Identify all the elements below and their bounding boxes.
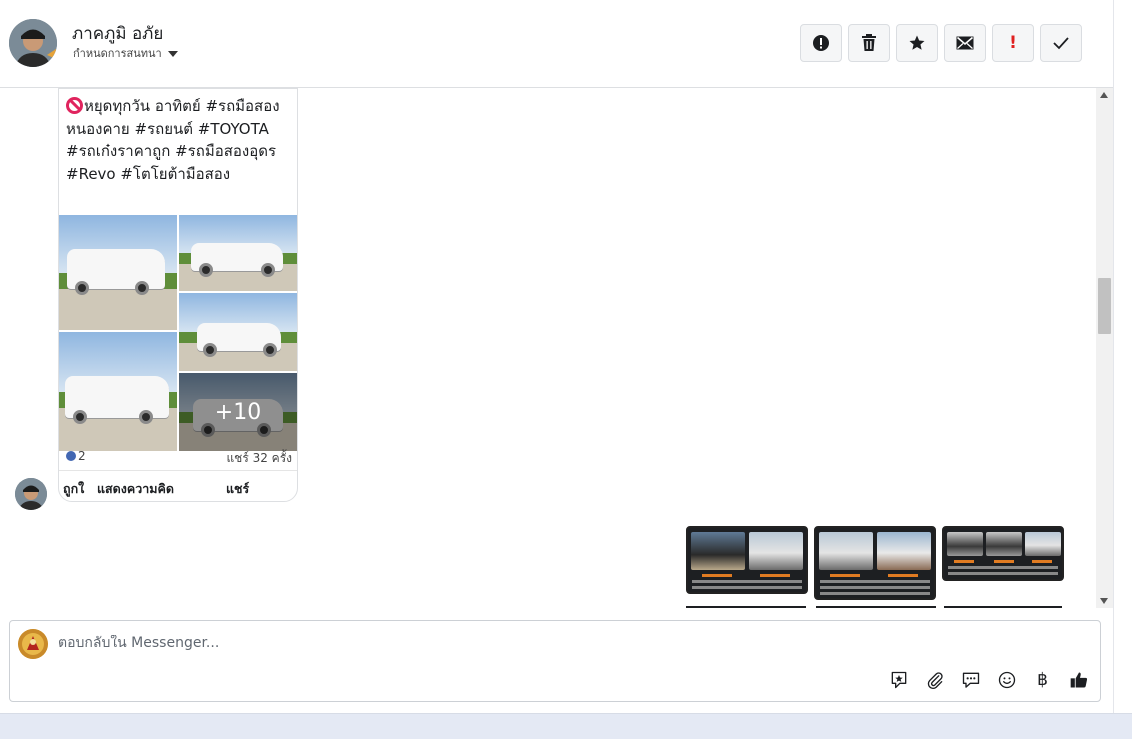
- sticker-icon: [891, 671, 906, 688]
- conversation-settings-dropdown[interactable]: กำหนดการสนทนา: [73, 44, 178, 62]
- post-caption-text: หยุดทุกวัน อาทิตย์ #รถมือสองหนองคาย #รถย…: [66, 97, 280, 183]
- mark-done-button[interactable]: [1040, 24, 1082, 62]
- baht-icon: ฿: [1037, 669, 1048, 690]
- more-photos-overlay: +10: [179, 373, 297, 451]
- share-action[interactable]: แชร์: [226, 479, 249, 499]
- reply-composer: ฿: [9, 620, 1101, 702]
- contact-name[interactable]: ภาคภูมิ อภัย: [72, 20, 163, 47]
- thumbs-up-icon: [1070, 672, 1087, 687]
- saved-replies-button[interactable]: [958, 667, 983, 692]
- post-photo[interactable]: [59, 332, 177, 451]
- sent-image-thumbnail[interactable]: [942, 526, 1064, 581]
- trash-icon: [862, 34, 876, 51]
- delete-button[interactable]: [848, 24, 890, 62]
- post-photo[interactable]: [179, 293, 297, 371]
- emoji-button[interactable]: [994, 667, 1019, 692]
- scrollbar-thumb[interactable]: [1098, 278, 1111, 334]
- post-photo[interactable]: [59, 215, 177, 330]
- check-icon: [1053, 37, 1069, 50]
- post-stats: 2 แชร์ 32 ครั้ง: [66, 449, 292, 468]
- message-input[interactable]: [58, 635, 858, 651]
- post-photo-more[interactable]: +10: [179, 373, 297, 451]
- like-reaction-icon: [66, 451, 76, 461]
- envelope-icon: [956, 36, 974, 50]
- reaction-count[interactable]: 2: [66, 449, 86, 468]
- attach-file-button[interactable]: [922, 667, 947, 692]
- conversation-settings-label: กำหนดการสนทนา: [73, 47, 162, 60]
- more-photos-count: +10: [214, 399, 262, 425]
- mark-important-button[interactable]: !: [992, 24, 1034, 62]
- sent-image-thumbnail-partial[interactable]: [816, 606, 936, 608]
- conversation-header: ภาคภูมิ อภัย กำหนดการสนทนา !: [0, 0, 1113, 88]
- star-icon: [909, 35, 925, 50]
- contact-avatar[interactable]: [9, 19, 57, 67]
- chat-bubble-icon: [962, 672, 979, 688]
- send-like-button[interactable]: [1066, 667, 1091, 692]
- no-entry-icon: [66, 97, 83, 114]
- right-edge-panel: [1113, 0, 1132, 713]
- sent-image-thumbnail[interactable]: [686, 526, 808, 594]
- sent-image-thumbnail-partial[interactable]: [686, 606, 806, 608]
- post-actions: ถูกใ แสดงความคิด แชร์: [59, 470, 297, 500]
- comment-action[interactable]: แสดงความคิด: [97, 479, 174, 499]
- sent-image-thumbnail[interactable]: [814, 526, 936, 600]
- emoji-icon: [998, 671, 1015, 688]
- chevron-down-icon: [167, 50, 178, 57]
- star-button[interactable]: [896, 24, 938, 62]
- page-background-strip: [0, 713, 1132, 739]
- sticker-button[interactable]: [886, 667, 911, 692]
- sender-avatar[interactable]: [15, 478, 47, 510]
- report-icon: [813, 35, 829, 51]
- post-caption: หยุดทุกวัน อาทิตย์ #รถมือสองหนองคาย #รถย…: [66, 95, 291, 185]
- post-photo[interactable]: [179, 215, 297, 291]
- scroll-down-arrow-icon[interactable]: [1100, 598, 1108, 604]
- shared-post-card[interactable]: หยุดทุกวัน อาทิตย์ #รถมือสองหนองคาย #รถย…: [58, 88, 298, 502]
- composer-toolbar: ฿: [886, 667, 1091, 692]
- paperclip-icon: [927, 671, 943, 689]
- important-icon: !: [1009, 32, 1017, 53]
- payment-button[interactable]: ฿: [1030, 667, 1055, 692]
- page-avatar: [18, 629, 48, 659]
- sent-image-thumbnail-partial[interactable]: [944, 606, 1062, 608]
- thread-scrollbar[interactable]: [1096, 88, 1113, 608]
- mark-unread-button[interactable]: [944, 24, 986, 62]
- share-count[interactable]: แชร์ 32 ครั้ง: [226, 449, 292, 468]
- report-button[interactable]: [800, 24, 842, 62]
- message-thread[interactable]: หยุดทุกวัน อาทิตย์ #รถมือสองหนองคาย #รถย…: [0, 88, 1096, 608]
- conversation-toolbar: !: [800, 24, 1082, 62]
- like-action[interactable]: ถูกใ: [63, 479, 84, 499]
- scroll-up-arrow-icon[interactable]: [1100, 92, 1108, 98]
- messenger-inbox-window: ภาคภูมิ อภัย กำหนดการสนทนา ! หยุดทุกวัน …: [0, 0, 1113, 713]
